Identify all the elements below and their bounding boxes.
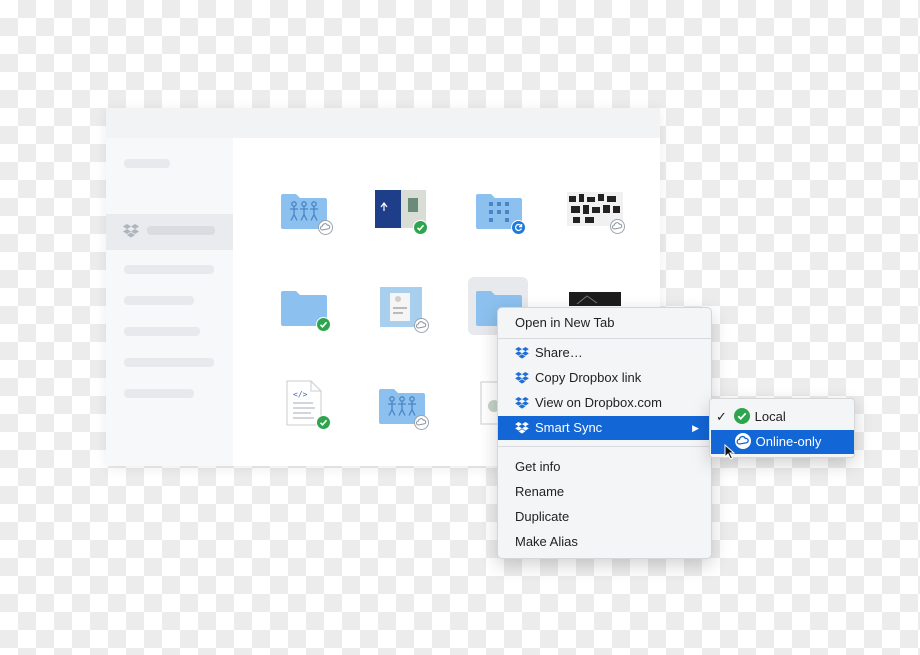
check-icon [733,408,750,424]
image-thumbnail-blue[interactable] [375,190,428,235]
mouse-cursor-icon [724,444,735,460]
dropbox-icon [515,372,529,384]
image-thumbnail-collage[interactable] [567,192,625,234]
checkmark-icon: ✓ [716,409,727,424]
image-thumbnail-document[interactable] [380,287,429,333]
folder[interactable] [280,287,331,332]
menu-item-label: Make Alias [515,534,578,549]
menu-item-share[interactable]: Share… [498,341,711,365]
menu-item-open-in-new-tab[interactable]: Open in New Tab [498,311,711,335]
sidebar-placeholder [124,389,194,398]
menu-separator [498,338,711,339]
folder-people[interactable] [280,190,333,235]
cloud-icon [414,415,429,430]
menu-item-label: Copy Dropbox link [535,370,642,385]
dropbox-icon [515,347,529,359]
dropbox-icon [515,397,529,409]
sidebar-placeholder [124,265,214,274]
context-menu: Open in New Tab Share… Copy Dropbox link… [497,307,712,559]
check-icon [316,415,331,430]
menu-item-view-on-dropbox[interactable]: View on Dropbox.com [498,391,711,415]
sidebar-placeholder [124,327,200,336]
menu-item-label: Rename [515,484,565,499]
menu-item-label: Open in New Tab [515,315,615,330]
menu-item-duplicate[interactable]: Duplicate [498,505,711,529]
sidebar [106,138,233,466]
submenu-item-label: Local [754,409,786,424]
submenu-item-local[interactable]: ✓ Local [710,405,854,429]
menu-item-get-info[interactable]: Get info [498,455,711,479]
cloud-icon [318,220,333,235]
code-file[interactable]: </> [286,380,331,431]
folder-people[interactable] [378,385,429,430]
dropbox-icon [515,422,529,434]
folder-building[interactable] [475,190,526,235]
sidebar-placeholder [124,159,170,168]
submenu-arrow-icon: ▶ [692,423,699,433]
sync-icon [511,220,526,235]
menu-item-rename[interactable]: Rename [498,480,711,504]
dropbox-icon [123,224,139,238]
cloud-icon [414,318,429,333]
menu-item-label: View on Dropbox.com [535,395,662,410]
window-titlebar [106,108,660,138]
check-icon [316,317,331,332]
menu-item-label: Duplicate [515,509,570,524]
menu-item-label: Share… [535,345,583,360]
check-icon [413,220,428,235]
menu-item-label: Smart Sync [535,420,603,435]
menu-item-label: Get info [515,459,561,474]
sidebar-placeholder [147,226,215,235]
cloud-icon [610,219,625,234]
menu-item-smart-sync[interactable]: Smart Sync ▶ [498,416,711,440]
sidebar-placeholder [124,358,214,367]
cloud-icon [734,433,751,449]
submenu-item-label: Online-only [755,434,822,449]
menu-item-make-alias[interactable]: Make Alias [498,530,711,554]
menu-separator [498,446,711,447]
svg-text:</>: </> [293,390,308,399]
sidebar-placeholder [124,296,194,305]
menu-item-copy-dropbox-link[interactable]: Copy Dropbox link [498,366,711,390]
